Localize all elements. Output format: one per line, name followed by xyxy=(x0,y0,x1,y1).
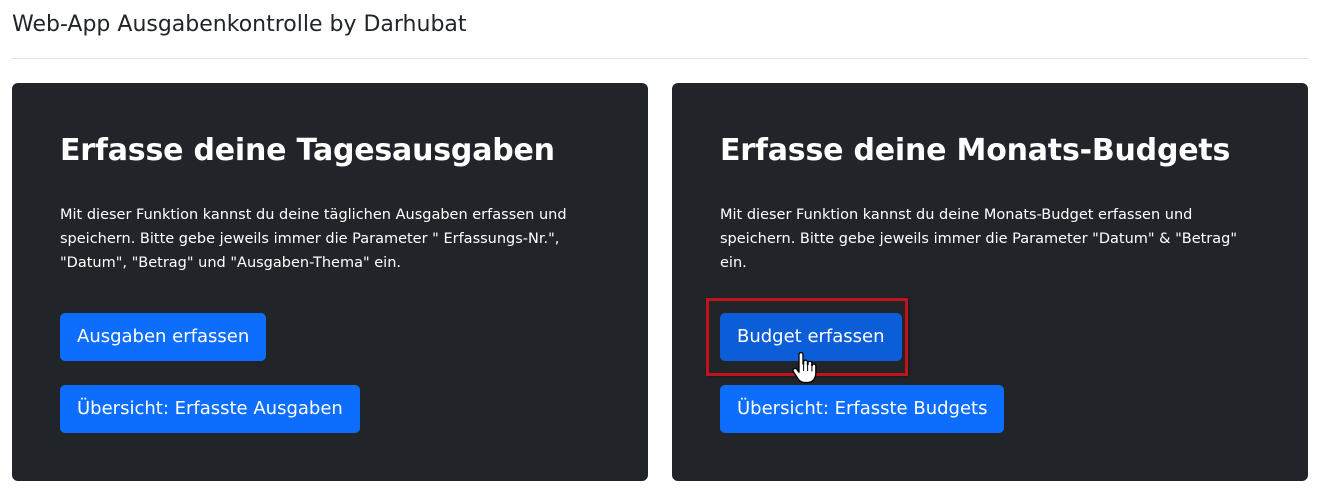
daily-expenses-card: Erfasse deine Tagesausgaben Mit dieser F… xyxy=(12,83,648,481)
page-header: Web-App Ausgabenkontrolle by Darhubat xyxy=(12,0,1308,59)
card-description: Mit dieser Funktion kannst du deine tägl… xyxy=(60,207,567,271)
expenses-overview-button[interactable]: Übersicht: Erfasste Ausgaben xyxy=(60,385,360,433)
monthly-budget-card: Erfasse deine Monats-Budgets Mit dieser … xyxy=(672,83,1308,481)
budget-overview-button[interactable]: Übersicht: Erfasste Budgets xyxy=(720,385,1005,433)
app-title: Web-App Ausgabenkontrolle by Darhubat xyxy=(12,12,467,37)
card-title: Erfasse deine Tagesausgaben xyxy=(60,133,555,168)
record-expenses-button[interactable]: Ausgaben erfassen xyxy=(60,313,267,361)
card-description: Mit dieser Funktion kannst du deine Mona… xyxy=(720,207,1238,271)
record-budget-button[interactable]: Budget erfassen xyxy=(720,313,902,361)
card-title: Erfasse deine Monats-Budgets xyxy=(720,133,1231,168)
